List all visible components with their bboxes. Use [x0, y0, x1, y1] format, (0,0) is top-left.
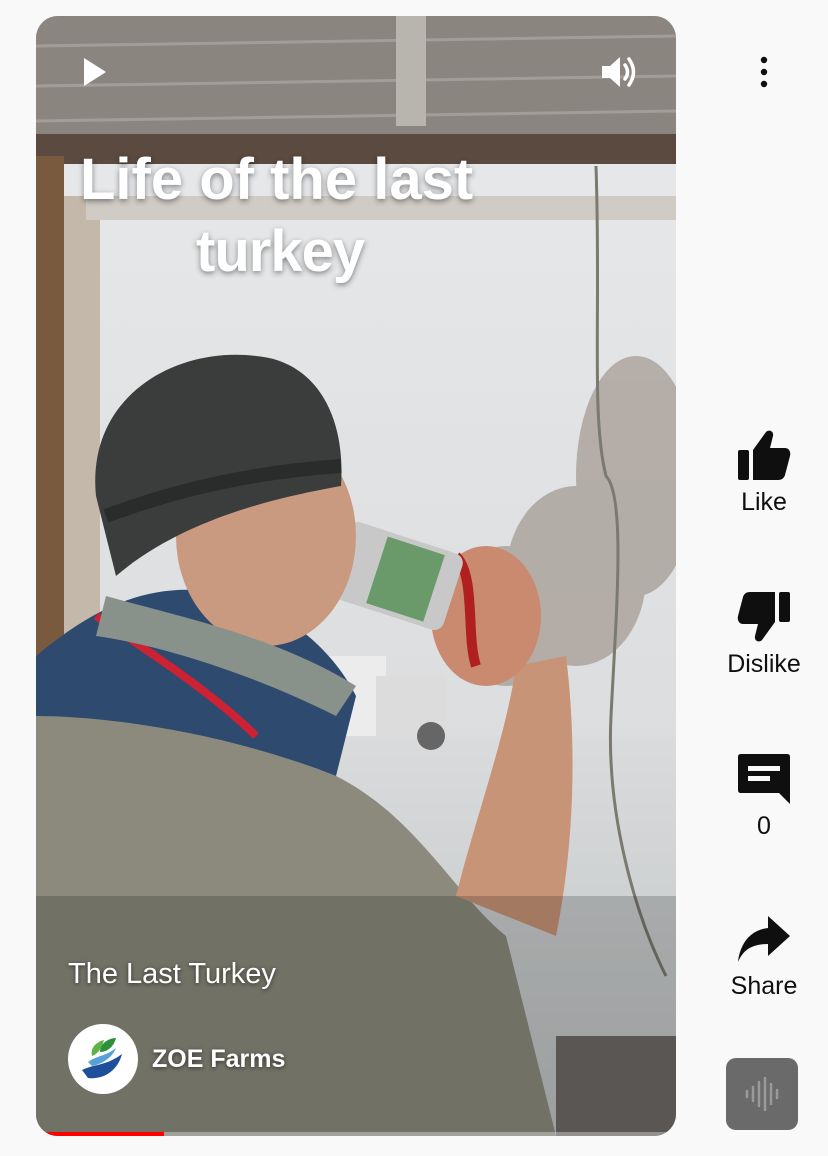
more-options-button[interactable] — [740, 48, 788, 96]
thumb-up-icon — [738, 430, 791, 480]
caption-line-2: turkey — [196, 219, 365, 284]
like-label: Like — [741, 488, 787, 516]
channel-name[interactable]: ZOE Farms — [152, 1045, 285, 1074]
progress-bar-fill — [36, 1132, 164, 1136]
sound-wave-icon — [745, 1076, 779, 1112]
share-label: Share — [730, 972, 798, 1000]
share-button[interactable]: Share — [700, 914, 828, 1001]
short-title[interactable]: The Last Turkey — [68, 958, 276, 991]
channel-info[interactable]: ZOE Farms — [68, 1024, 285, 1094]
comment-icon — [738, 754, 790, 804]
channel-logo-icon — [70, 1026, 136, 1092]
comments-count: 0 — [757, 812, 771, 840]
more-vert-icon — [760, 56, 768, 88]
sound-remix-button[interactable] — [726, 1058, 798, 1130]
progress-bar[interactable] — [36, 1132, 676, 1136]
channel-avatar[interactable] — [68, 1024, 138, 1094]
share-icon — [738, 916, 790, 962]
caption-line-1: Life of the last — [80, 147, 474, 212]
like-button[interactable]: Like — [700, 428, 828, 517]
dislike-button[interactable]: Dislike — [700, 590, 828, 679]
volume-button[interactable] — [596, 48, 644, 96]
dislike-label: Dislike — [727, 650, 801, 678]
play-button[interactable] — [70, 48, 118, 96]
comments-button[interactable]: 0 — [700, 752, 828, 841]
volume-icon — [602, 57, 636, 87]
play-icon — [84, 58, 106, 86]
thumb-down-icon — [737, 592, 790, 642]
shorts-video-player[interactable]: Life of the last turkey The Last Turkey … — [36, 16, 676, 1136]
